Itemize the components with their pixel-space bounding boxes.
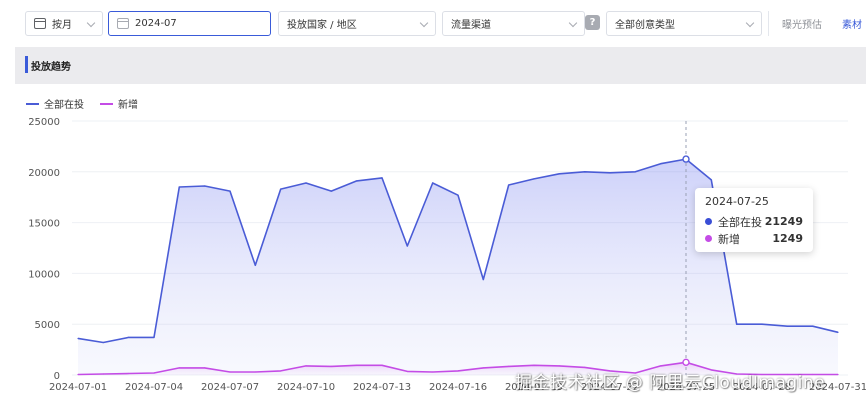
tooltip-date: 2024-07-25	[705, 195, 769, 208]
data-point-all	[660, 163, 662, 165]
data-point-new	[305, 365, 307, 367]
data-point-new	[508, 365, 510, 367]
data-point-new	[128, 372, 130, 375]
tooltip-dot	[705, 218, 712, 225]
data-point-all	[710, 179, 712, 181]
data-point-all	[736, 323, 738, 325]
data-point-all	[128, 336, 130, 339]
data-point-new	[837, 373, 839, 376]
data-point-all	[837, 331, 839, 333]
y-tick-label: 20000	[28, 168, 60, 179]
data-point-new	[356, 364, 358, 366]
data-point-new	[280, 370, 282, 372]
data-point-all	[457, 194, 459, 196]
tooltip-row-all: 全部在投 21249	[705, 213, 803, 230]
tooltip-dot	[705, 235, 712, 242]
data-point-all	[533, 178, 535, 180]
data-point-all	[786, 325, 788, 327]
data-point-new	[660, 365, 662, 367]
x-tick-label: 2024-07-07	[201, 382, 259, 393]
data-point-all	[812, 325, 814, 327]
hover-point-new	[682, 358, 690, 367]
tooltip-series-name: 全部在投	[718, 215, 762, 229]
data-point-all	[609, 172, 611, 174]
x-tick-label: 2024-07-13	[353, 382, 411, 393]
data-point-all	[254, 264, 256, 266]
data-point-all	[584, 171, 586, 173]
data-point-new	[457, 370, 459, 372]
data-point-new	[381, 364, 383, 366]
tooltip-series-value: 21249	[764, 215, 803, 228]
data-point-all	[77, 337, 79, 340]
y-tick-label: 5000	[35, 320, 60, 331]
data-point-new	[204, 367, 206, 369]
watermark: 掘金技术社区 @ 阿里云CloudImagine	[515, 373, 826, 393]
tooltip-series-value: 1249	[772, 232, 803, 245]
tooltip-row-new: 新增 1249	[705, 230, 803, 247]
x-tick-label: 2024-07-04	[125, 382, 183, 393]
y-tick-label: 25000	[28, 117, 60, 128]
data-point-all	[153, 336, 155, 339]
data-point-new	[533, 364, 535, 366]
data-point-all	[482, 278, 484, 281]
data-point-new	[432, 371, 434, 373]
y-tick-label: 0	[54, 371, 60, 382]
data-point-all	[330, 190, 332, 192]
data-point-new	[406, 370, 408, 373]
data-point-new	[254, 371, 256, 373]
data-point-all	[381, 177, 383, 179]
chart-tooltip: 2024-07-25 全部在投 21249 新增 1249	[695, 188, 813, 252]
data-point-new	[482, 367, 484, 369]
data-point-all	[305, 182, 307, 184]
data-point-all	[102, 341, 104, 344]
tooltip-series-name: 新增	[718, 232, 740, 246]
data-point-new	[102, 373, 104, 375]
data-point-new	[558, 365, 560, 367]
data-point-all	[280, 188, 282, 190]
x-tick-label: 2024-07-01	[49, 382, 107, 393]
data-point-all	[204, 185, 206, 187]
data-point-all	[761, 323, 763, 325]
data-point-new	[77, 373, 79, 376]
x-tick-label: 2024-07-16	[429, 382, 487, 393]
y-tick-label: 10000	[28, 269, 60, 280]
data-point-all	[558, 173, 560, 175]
data-point-new	[153, 372, 155, 374]
data-point-all	[229, 190, 231, 192]
data-point-all	[356, 180, 358, 182]
data-point-new	[178, 367, 180, 369]
data-point-all	[406, 245, 408, 247]
x-tick-label: 2024-07-10	[277, 382, 335, 393]
data-point-new	[330, 365, 332, 367]
data-point-all	[178, 186, 180, 188]
y-tick-label: 15000	[28, 219, 60, 230]
data-point-all	[432, 182, 434, 184]
data-point-new	[229, 371, 231, 373]
data-point-all	[508, 184, 510, 186]
data-point-all	[634, 171, 636, 173]
hover-point-all	[682, 155, 690, 163]
